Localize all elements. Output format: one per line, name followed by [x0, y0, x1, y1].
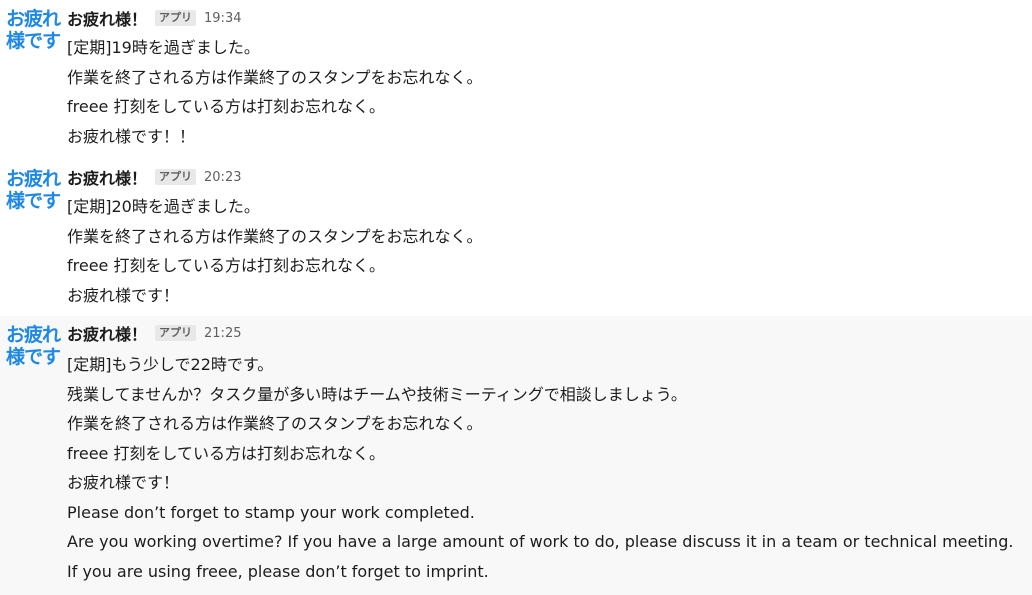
- avatar-text-line: お疲れ: [6, 8, 61, 30]
- avatar[interactable]: お疲れ 様です: [6, 8, 61, 56]
- message-line: Please don’t forget to stamp your work c…: [67, 502, 475, 522]
- sender-name[interactable]: お疲れ様！: [67, 321, 147, 345]
- avatar-text-line: 様です: [6, 190, 61, 212]
- message-line: [定期]20時を過ぎました。: [67, 197, 260, 216]
- message-line: お疲れ様です！: [67, 285, 180, 305]
- avatar[interactable]: お疲れ 様です: [6, 168, 61, 216]
- message-line: freee 打刻をしている方は打刻お忘れなく。: [67, 443, 385, 463]
- app-badge: アプリ: [155, 10, 197, 26]
- avatar-text-line: 様です: [6, 346, 61, 368]
- timestamp[interactable]: 19:34: [204, 11, 241, 26]
- message-body: [定期]19時を過ぎました。 作業を終了される方は作業終了のスタンプをお忘れなく…: [67, 33, 483, 151]
- message-line: 残業してませんか？タスク量が多い時はチームや技術ミーティングで相談しましょう。: [67, 384, 687, 404]
- avatar-text-line: お疲れ: [6, 324, 61, 346]
- message-line: 作業を終了される方は作業終了のスタンプをお忘れなく。: [67, 414, 483, 433]
- avatar-text-line: お疲れ: [6, 168, 61, 190]
- message-line: freee 打刻をしている方は打刻お忘れなく。: [67, 97, 385, 116]
- app-badge: アプリ: [155, 169, 197, 185]
- message-line: 作業を終了される方は作業終了のスタンプをお忘れなく。: [67, 67, 483, 87]
- message-header: お疲れ様！ アプリ 19:34: [67, 6, 241, 30]
- message-line: If you are using freee, please don’t for…: [67, 561, 489, 581]
- message-line: [定期]19時を過ぎました。: [67, 38, 260, 57]
- message-item[interactable]: お疲れ 様です お疲れ様！ アプリ 20:23 [定期]20時を過ぎました。 作…: [0, 160, 1032, 316]
- message-body: [定期]もう少しで22時です。 残業してませんか？タスク量が多い時はチームや技術…: [67, 350, 1013, 586]
- message-line: [定期]もう少しで22時です。: [67, 355, 274, 374]
- message-item[interactable]: お疲れ 様です お疲れ様！ アプリ 21:25 [定期]もう少しで22時です。 …: [0, 316, 1032, 595]
- message-item[interactable]: お疲れ 様です お疲れ様！ アプリ 19:34 [定期]19時を過ぎました。 作…: [0, 0, 1032, 160]
- message-line: Are you working overtime? If you have a …: [67, 532, 1014, 551]
- message-body: [定期]20時を過ぎました。 作業を終了される方は作業終了のスタンプをお忘れなく…: [67, 192, 483, 310]
- message-feed: お疲れ 様です お疲れ様！ アプリ 19:34 [定期]19時を過ぎました。 作…: [0, 0, 1032, 595]
- message-line: お疲れ様です！: [67, 473, 180, 492]
- message-line: freee 打刻をしている方は打刻お忘れなく。: [67, 256, 385, 275]
- timestamp[interactable]: 21:25: [204, 326, 241, 341]
- message-header: お疲れ様！ アプリ 20:23: [67, 165, 241, 189]
- app-badge: アプリ: [155, 325, 197, 341]
- message-line: お疲れ様です！！: [67, 126, 196, 146]
- timestamp[interactable]: 20:23: [204, 170, 241, 185]
- avatar[interactable]: お疲れ 様です: [6, 324, 61, 372]
- avatar-text-line: 様です: [6, 30, 61, 52]
- message-line: 作業を終了される方は作業終了のスタンプをお忘れなく。: [67, 226, 483, 246]
- sender-name[interactable]: お疲れ様！: [67, 165, 147, 189]
- sender-name[interactable]: お疲れ様！: [67, 6, 147, 30]
- message-header: お疲れ様！ アプリ 21:25: [67, 321, 241, 345]
